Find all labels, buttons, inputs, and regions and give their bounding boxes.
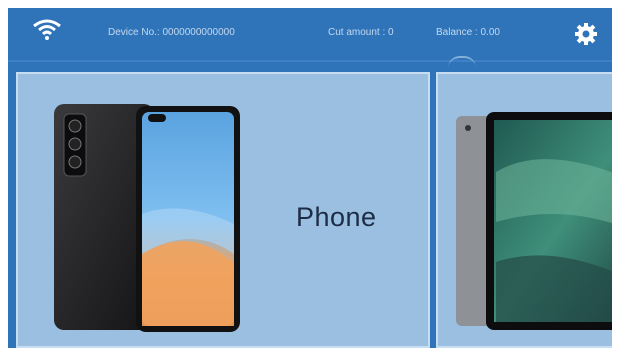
phone-image bbox=[54, 104, 240, 332]
header-divider bbox=[8, 60, 612, 62]
cut-amount-text: Cut amount : 0 bbox=[328, 27, 394, 38]
phone-category-card[interactable]: Phone bbox=[16, 72, 430, 348]
app-screen: Device No.: 0000000000000 Cut amount : 0… bbox=[8, 8, 612, 348]
wifi-icon bbox=[33, 19, 61, 40]
tablet-category-card[interactable] bbox=[436, 72, 612, 348]
device-number-text: Device No.: 0000000000000 bbox=[108, 27, 235, 38]
phone-label: Phone bbox=[296, 202, 377, 232]
tablet-image bbox=[456, 112, 612, 330]
settings-icon[interactable] bbox=[574, 22, 598, 46]
top-status-bar: Device No.: 0000000000000 Cut amount : 0… bbox=[8, 8, 612, 58]
balance-text: Balance : 0.00 bbox=[436, 27, 500, 38]
